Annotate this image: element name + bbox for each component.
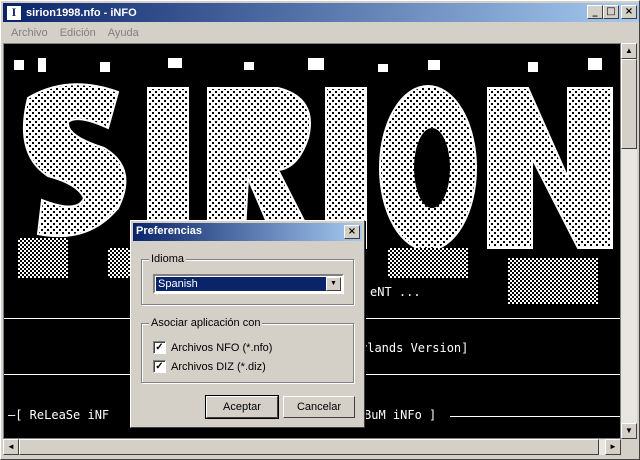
vertical-scroll-thumb[interactable] [621, 59, 637, 149]
nfo-line-1: eNT ... [370, 285, 421, 299]
scroll-left-button[interactable]: ◄ [3, 439, 19, 455]
title-bar[interactable]: I sirion1998.nfo - iNFO _ □ × [3, 3, 639, 22]
nfo-line-3-right: BuM iNFo ] [364, 408, 437, 422]
chevron-down-icon[interactable]: ▼ [326, 277, 341, 291]
close-button[interactable]: × [621, 5, 637, 19]
menu-edicion[interactable]: Edición [54, 27, 102, 39]
vertical-scrollbar[interactable]: ▲ ▼ [621, 43, 637, 439]
accept-button[interactable]: Aceptar [205, 395, 279, 419]
scroll-right-button[interactable]: ► [605, 439, 621, 455]
nfo-rule-3 [450, 416, 620, 417]
dialog-close-button[interactable]: × [344, 225, 360, 239]
window-title: sirion1998.nfo - iNFO [26, 6, 137, 19]
nfo-checkbox[interactable]: ✓ [153, 341, 166, 354]
preferences-dialog: Preferencias × Idioma Spanish ▼ Asociar … [130, 220, 365, 428]
nfo-checkbox-label[interactable]: Archivos NFO (*.nfo) [171, 342, 272, 354]
cancel-button[interactable]: Cancelar [283, 396, 355, 418]
size-grip[interactable] [621, 439, 637, 455]
scroll-down-button[interactable]: ▼ [621, 423, 637, 439]
horizontal-scroll-thumb[interactable] [19, 439, 599, 455]
dialog-title: Preferencias [136, 225, 203, 237]
app-icon: I [6, 4, 22, 21]
language-select[interactable]: Spanish ▼ [153, 274, 344, 294]
menu-ayuda[interactable]: Ayuda [102, 27, 145, 39]
maximize-button[interactable]: □ [603, 5, 619, 19]
language-group-label: Idioma [149, 253, 187, 265]
diz-checkbox[interactable]: ✓ [153, 360, 166, 373]
nfo-line-3-left: —[ ReLeaSe iNF [8, 408, 110, 422]
scroll-up-button[interactable]: ▲ [621, 43, 637, 59]
diz-checkbox-label[interactable]: Archivos DIZ (*.diz) [171, 361, 266, 373]
horizontal-scrollbar[interactable]: ◄ ► [3, 439, 621, 455]
nfo-association-option[interactable]: ✓ Archivos NFO (*.nfo) [153, 341, 272, 354]
dialog-title-bar[interactable]: Preferencias × [133, 223, 362, 241]
minimize-button[interactable]: _ [587, 5, 603, 19]
nfo-line-2: rlands Version] [360, 341, 469, 355]
menu-archivo[interactable]: Archivo [5, 27, 54, 39]
diz-association-option[interactable]: ✓ Archivos DIZ (*.diz) [153, 360, 266, 373]
language-select-value: Spanish [156, 277, 326, 291]
association-group-label: Asociar aplicación con [149, 317, 263, 329]
menu-bar: Archivo Edición Ayuda [3, 23, 639, 43]
